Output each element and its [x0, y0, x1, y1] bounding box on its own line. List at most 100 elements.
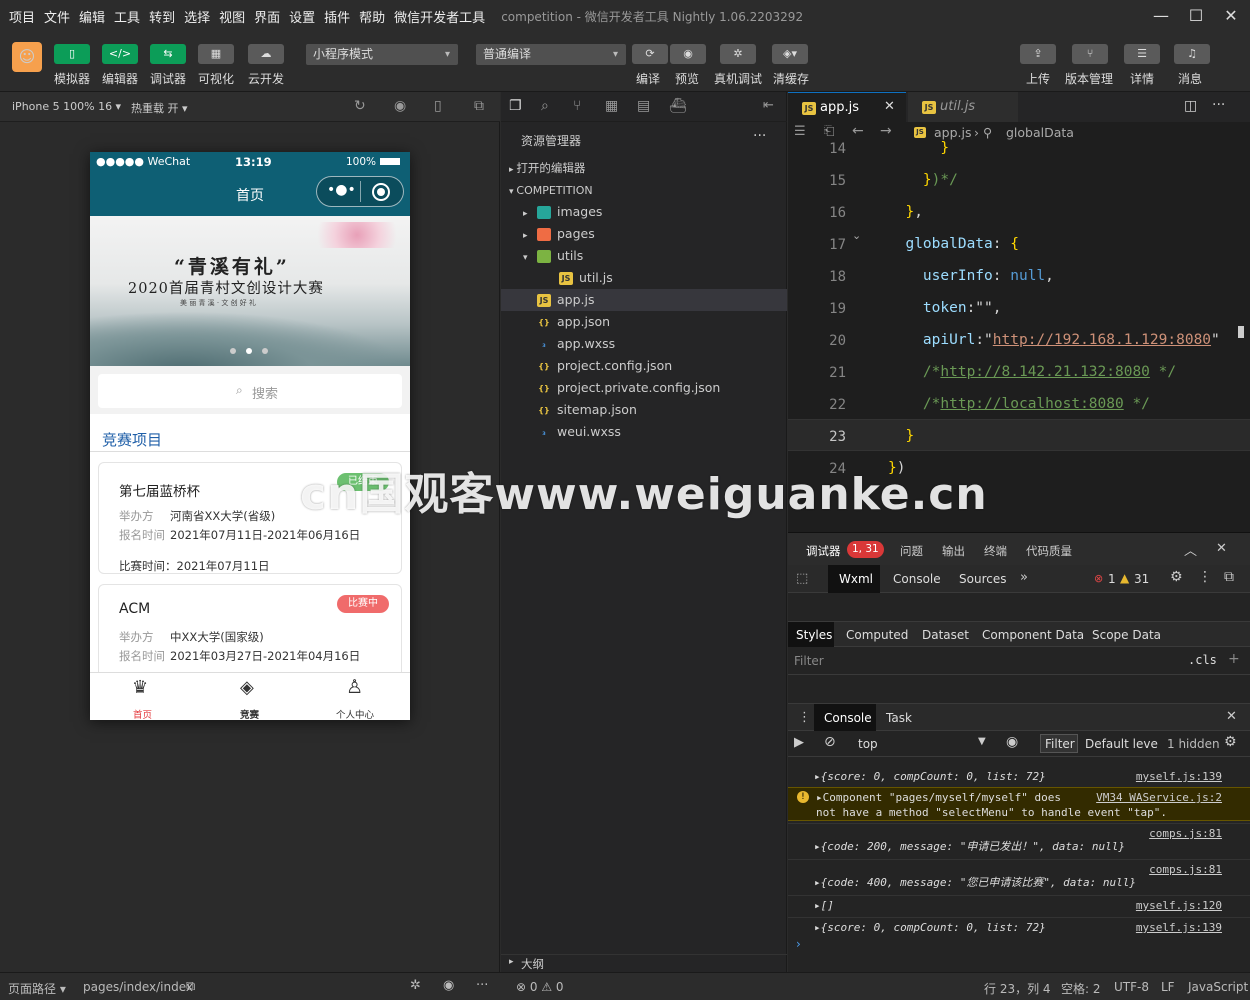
bug-icon[interactable]: ✲ — [720, 44, 756, 64]
collapse-icon[interactable]: ︿ — [1184, 540, 1197, 559]
code-line[interactable]: } — [888, 140, 949, 156]
close-window-icon[interactable]: ✕ — [1216, 4, 1246, 28]
tab-code-quality[interactable]: 代码质量 — [1026, 543, 1072, 559]
log-source-link[interactable]: comps.js:81 — [1149, 863, 1222, 876]
filter-input[interactable]: Filter — [794, 654, 824, 668]
code-line[interactable]: token:"", — [888, 300, 1002, 316]
remote-debug-button[interactable]: 真机调试 — [714, 70, 762, 87]
code-line[interactable]: })*/ — [888, 172, 958, 188]
menu-item-help[interactable]: 帮助 — [359, 7, 385, 26]
menu-item-view[interactable]: 视图 — [219, 7, 245, 26]
tab-component-data[interactable]: Component Data — [982, 628, 1084, 642]
visual-button[interactable]: 可视化 — [198, 70, 234, 87]
indentation[interactable]: 空格: 2 — [1061, 980, 1101, 997]
compile-button[interactable]: 编译 — [636, 70, 660, 87]
more-icon[interactable]: ··· — [753, 128, 766, 144]
menu-item-interface[interactable]: 界面 — [254, 7, 280, 26]
outline-section[interactable]: ▸ 大纲 — [501, 954, 787, 972]
console-log[interactable]: ▸{score: 0, compCount: 0, list: 72} mysel… — [788, 917, 1250, 934]
version-button[interactable]: 版本管理 — [1065, 70, 1113, 87]
eye-icon[interactable]: ◉ — [443, 978, 454, 993]
refresh-icon[interactable]: ⟳ — [632, 44, 668, 64]
console-log[interactable]: ▸[] myself.js:120 — [788, 895, 1250, 912]
list-icon[interactable]: ☰ — [794, 124, 806, 139]
scrollbar[interactable] — [1238, 326, 1244, 338]
file-item[interactable]: JS app.js — [501, 289, 787, 311]
copy-icon[interactable]: ⧉ — [186, 979, 195, 994]
tab-sources[interactable]: Sources — [959, 572, 1006, 586]
project-section[interactable]: ▾ COMPETITION — [501, 179, 787, 201]
detach-icon[interactable]: ⧉ — [474, 98, 484, 114]
breadcrumb-symbol[interactable]: globalData — [1006, 125, 1074, 140]
bug-icon[interactable]: ✲ — [410, 978, 421, 993]
hidden-count[interactable]: 1 hidden — [1167, 737, 1220, 751]
drawer-menu-icon[interactable]: ⋮ — [798, 710, 811, 725]
open-editors-section[interactable]: ▸ 打开的编辑器 — [501, 157, 787, 179]
maximize-icon[interactable]: ☐ — [1181, 4, 1211, 28]
close-tab-icon[interactable]: ✕ — [884, 99, 895, 114]
swiper-dot[interactable] — [230, 348, 236, 354]
more-actions-icon[interactable]: ··· — [1212, 97, 1225, 113]
undock-icon[interactable]: ⧉ — [1224, 569, 1234, 585]
log-source-link[interactable]: VM34 WAService.js:2 — [1096, 791, 1222, 804]
debug-icon[interactable]: ⇆ — [150, 44, 186, 64]
drawer-tab-task[interactable]: Task — [886, 711, 912, 725]
bell-icon[interactable]: ♫ — [1174, 44, 1210, 64]
docker-icon[interactable]: ⛴ — [669, 98, 687, 114]
log-source-link[interactable]: myself.js:139 — [1136, 921, 1222, 934]
folder-item[interactable]: ▾ utils — [501, 245, 787, 267]
file-item[interactable]: ₃ weui.wxss — [501, 421, 787, 443]
file-item[interactable]: {} project.private.config.json — [501, 377, 787, 399]
file-item[interactable]: {} app.json — [501, 311, 787, 333]
simulator-button[interactable]: 模拟器 — [54, 70, 90, 87]
console-log[interactable]: ▸{code: 400, message: "您已申请该比赛", data: n… — [788, 859, 1250, 889]
debugger-button[interactable]: 调试器 — [150, 70, 186, 87]
tab-problems[interactable]: 问题 — [900, 543, 923, 559]
menu-item-goto[interactable]: 转到 — [149, 7, 175, 26]
rotate-icon[interactable]: ↻ — [354, 98, 366, 114]
minimize-icon[interactable]: — — [1146, 4, 1176, 28]
context-select[interactable]: top — [858, 737, 878, 751]
add-style-icon[interactable]: + — [1228, 651, 1240, 667]
more-icon[interactable]: ··· — [476, 978, 488, 993]
source-control-icon[interactable]: ⑂ — [573, 98, 581, 114]
tab-computed[interactable]: Computed — [846, 628, 908, 642]
close-panel-icon[interactable]: ✕ — [1216, 541, 1227, 556]
tab-styles[interactable]: Styles — [796, 628, 832, 642]
files-icon[interactable]: ❐ — [509, 98, 522, 114]
collapse-panel-icon[interactable]: ⇤ — [763, 98, 774, 113]
back-icon[interactable]: ← — [852, 123, 864, 139]
menu-item-select[interactable]: 选择 — [184, 7, 210, 26]
language-mode[interactable]: JavaScript — [1188, 980, 1248, 994]
fold-icon[interactable]: ⌄ — [852, 229, 861, 242]
warning-count[interactable]: 31 — [1134, 572, 1149, 586]
code-line[interactable]: apiUrl:"http://192.168.1.129:8080" — [888, 332, 1220, 348]
inspect-icon[interactable]: ⬚ — [796, 571, 808, 586]
code-line[interactable]: } — [888, 428, 914, 444]
breadcrumb-file[interactable]: app.js — [934, 125, 972, 140]
details-button[interactable]: 详情 — [1130, 70, 1154, 87]
compile-select[interactable]: 普通编译 — [476, 44, 626, 65]
messages-button[interactable]: 消息 — [1178, 70, 1202, 87]
device-icon[interactable]: ▯ — [434, 98, 442, 114]
gear-icon[interactable]: ⚙ — [1170, 569, 1183, 585]
menu-item-wechat-devtools[interactable]: 微信开发者工具 — [394, 7, 485, 26]
search-icon[interactable]: ⌕ — [541, 98, 549, 114]
close-mini-program-icon[interactable] — [372, 183, 390, 201]
debug-panel-icon[interactable]: ▤ — [637, 98, 650, 114]
swiper-dot-active[interactable] — [246, 348, 252, 354]
tab-dataset[interactable]: Dataset — [922, 628, 969, 642]
drawer-tab-console[interactable]: Console — [824, 711, 872, 725]
more-icon[interactable]: •●• — [327, 182, 356, 198]
upload-button[interactable]: 上传 — [1026, 70, 1050, 87]
menu-item-project[interactable]: 项目 — [9, 7, 35, 26]
file-item[interactable]: ₃ app.wxss — [501, 333, 787, 355]
mode-select[interactable]: 小程序模式 — [306, 44, 458, 65]
search-input[interactable]: ⌕ 搜索 — [98, 374, 402, 408]
console-log[interactable]: ▸{code: 200, message: "申请已发出！", data: nu… — [788, 823, 1250, 853]
code-line[interactable]: }, — [888, 204, 922, 220]
competition-card[interactable]: ACM 比赛中 举办方 中XX大学(国家级) 报名时间 2021年03月27日-… — [98, 584, 402, 684]
extensions-icon[interactable]: ▦ — [605, 98, 618, 114]
tab-terminal[interactable]: 终端 — [984, 543, 1007, 559]
upload-icon[interactable]: ⇪ — [1020, 44, 1056, 64]
